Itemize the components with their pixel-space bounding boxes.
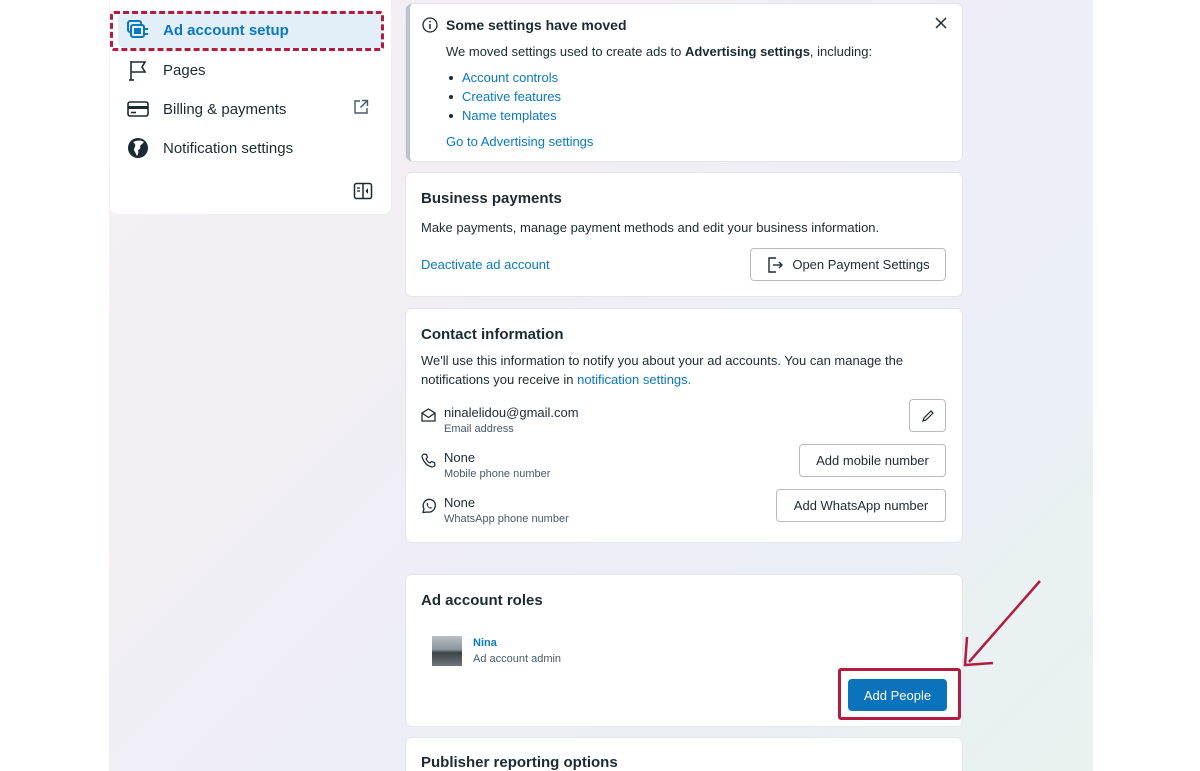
contact-description: We'll use this information to notify you…	[421, 353, 904, 387]
notice-description: We moved settings used to create ads to …	[446, 44, 873, 59]
edit-email-button[interactable]	[909, 399, 946, 432]
sidebar-item-label: Pages	[163, 61, 206, 79]
collapse-sidebar-icon[interactable]	[353, 182, 373, 200]
settings-moved-notice: Some settings have moved We moved settin…	[406, 4, 962, 161]
arrow-annotation-icon	[963, 580, 1041, 667]
add-people-highlight-annotation	[838, 668, 961, 720]
moved-settings-list: Account controls Creative features Name …	[449, 68, 561, 125]
deactivate-ad-account-link[interactable]: Deactivate ad account	[421, 255, 550, 274]
sidebar-item-label: Billing & payments	[163, 100, 287, 118]
whatsapp-label: WhatsApp phone number	[444, 513, 569, 525]
notice-title: Some settings have moved	[446, 17, 627, 33]
sidebar-item-label: Notification settings	[163, 139, 294, 157]
mobile-value: None	[444, 450, 476, 465]
business-payments-title: Business payments	[421, 190, 562, 207]
globe-icon	[126, 136, 150, 160]
business-payments-card: Business payments Make payments, manage …	[406, 173, 962, 296]
business-payments-description: Make payments, manage payment methods an…	[421, 220, 880, 235]
add-whatsapp-number-button[interactable]: Add WhatsApp number	[776, 489, 946, 522]
close-icon[interactable]	[934, 16, 948, 35]
add-mobile-number-button[interactable]: Add mobile number	[799, 444, 946, 477]
sidebar-item-billing[interactable]: Billing & payments	[118, 91, 383, 127]
person-role: Ad account admin	[473, 653, 562, 665]
contact-information-card: Contact information We'll use this infor…	[406, 309, 962, 542]
external-link-icon[interactable]	[353, 99, 369, 120]
publisher-reporting-card: Publisher reporting options	[406, 738, 962, 771]
open-external-icon	[766, 256, 784, 274]
whatsapp-icon	[421, 498, 437, 519]
name-templates-link[interactable]: Name templates	[449, 106, 561, 125]
avatar	[432, 636, 462, 666]
mobile-label: Mobile phone number	[444, 468, 551, 480]
open-payment-settings-button[interactable]: Open Payment Settings	[750, 248, 946, 281]
phone-icon	[421, 453, 436, 473]
ad-account-roles-title: Ad account roles	[421, 592, 543, 609]
email-value: ninalelidou@gmail.com	[444, 405, 579, 420]
flag-icon	[126, 58, 150, 82]
go-to-advertising-settings-link[interactable]: Go to Advertising settings	[446, 134, 593, 149]
email-label: Email address	[444, 423, 514, 435]
whatsapp-value: None	[444, 495, 476, 510]
pencil-icon	[921, 409, 935, 423]
sidebar-item-notifications[interactable]: Notification settings	[118, 130, 383, 166]
contact-information-title: Contact information	[421, 326, 564, 343]
envelope-icon	[421, 408, 436, 427]
notification-settings-link[interactable]: notification settings.	[577, 372, 691, 387]
account-controls-link[interactable]: Account controls	[449, 68, 561, 87]
highlight-annotation	[110, 11, 384, 51]
person-name[interactable]: Nina	[473, 637, 497, 649]
sidebar-item-pages[interactable]: Pages	[118, 52, 383, 88]
creative-features-link[interactable]: Creative features	[449, 87, 561, 106]
info-icon	[422, 17, 438, 38]
credit-card-icon	[126, 97, 150, 121]
publisher-reporting-title: Publisher reporting options	[421, 754, 618, 771]
